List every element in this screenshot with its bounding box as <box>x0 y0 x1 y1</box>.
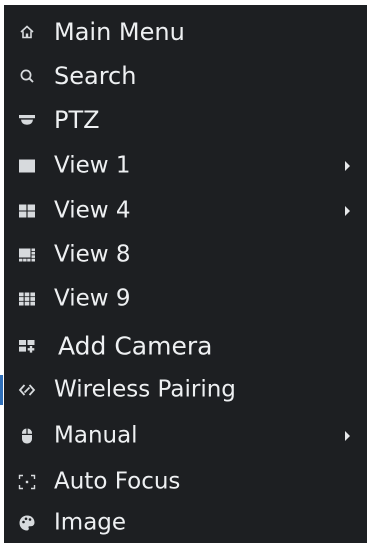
menu-item-add-camera[interactable]: Add Camera <box>4 325 367 366</box>
submenu-arrow-icon <box>345 160 350 171</box>
menu-item-label: Add Camera <box>58 331 213 360</box>
auto-focus-icon <box>17 473 37 491</box>
menu-item-view-1[interactable]: View 1 <box>4 145 367 186</box>
menu-item-label: View 4 <box>54 197 131 223</box>
menu-item-ptz[interactable]: PTZ <box>4 99 367 140</box>
menu-item-label: View 8 <box>54 241 131 267</box>
view-9-icon <box>17 290 37 308</box>
menu-item-image[interactable]: Image <box>4 502 367 543</box>
search-icon <box>17 67 37 85</box>
menu-item-label: Wireless Pairing <box>54 376 236 402</box>
view-8-icon <box>17 246 37 264</box>
menu-item-label: Image <box>54 509 127 535</box>
menu-item-auto-focus[interactable]: Auto Focus <box>4 461 367 502</box>
menu-item-view-4[interactable]: View 4 <box>4 190 367 231</box>
context-menu: Main Menu Search PTZ View 1 View 4 View … <box>0 5 367 543</box>
menu-item-view-9[interactable]: View 9 <box>4 278 367 319</box>
menu-item-wireless-pairing[interactable]: Wireless Pairing <box>0 369 367 410</box>
focus-indicator <box>0 375 3 405</box>
submenu-arrow-icon <box>345 205 350 216</box>
menu-item-label: PTZ <box>54 105 100 134</box>
menu-item-label: Main Menu <box>54 17 185 46</box>
menu-item-label: Auto Focus <box>54 468 181 494</box>
menu-item-view-8[interactable]: View 8 <box>4 234 367 275</box>
menu-item-label: Search <box>54 61 137 90</box>
view-1-icon <box>17 157 37 175</box>
home-icon <box>17 23 37 41</box>
menu-item-label: View 9 <box>54 285 131 311</box>
view-4-icon <box>17 202 37 220</box>
menu-item-main-menu[interactable]: Main Menu <box>4 11 367 52</box>
submenu-arrow-icon <box>345 430 350 441</box>
wireless-pairing-icon <box>17 381 37 399</box>
image-palette-icon <box>17 514 37 532</box>
add-camera-icon <box>17 337 37 355</box>
ptz-dome-icon <box>17 111 37 129</box>
menu-item-label: View 1 <box>54 152 131 178</box>
menu-item-search[interactable]: Search <box>4 55 367 96</box>
menu-item-label: Manual <box>54 422 138 448</box>
menu-item-manual[interactable]: Manual <box>4 415 367 456</box>
mouse-icon <box>17 427 37 445</box>
